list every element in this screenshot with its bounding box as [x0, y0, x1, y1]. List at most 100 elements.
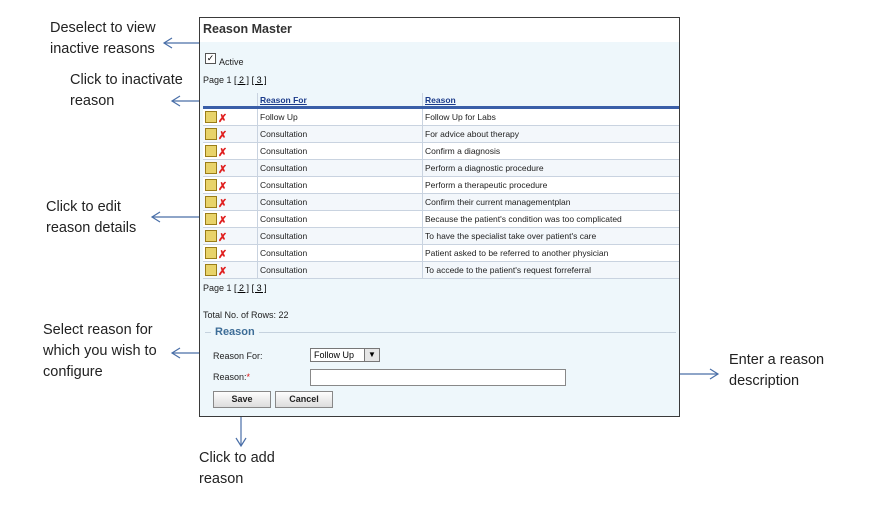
row-actions: ✗: [203, 210, 258, 228]
callout-select-reason: Select reason for which you wish to conf…: [43, 320, 157, 383]
reason-label: Reason:: [213, 372, 247, 382]
edit-icon[interactable]: [205, 195, 217, 208]
pager-link-3[interactable]: [ 3 ]: [252, 283, 267, 293]
edit-icon[interactable]: [205, 212, 217, 225]
actions-header: [203, 93, 258, 109]
callout-enter-description: Enter a reason description: [729, 350, 824, 392]
callout-line: configure: [43, 364, 103, 380]
delete-x-icon[interactable]: ✗: [218, 113, 229, 125]
delete-x-icon[interactable]: ✗: [218, 181, 229, 193]
cell-reason: To accede to the patient's request forre…: [422, 261, 679, 279]
table-row: ✗ Consultation Perform a diagnostic proced…: [203, 159, 679, 177]
edit-icon[interactable]: [205, 178, 217, 191]
cell-reason: Perform a therapeutic procedure: [422, 176, 679, 194]
table-row: ✗ Consultation Patient asked to be referre…: [203, 244, 679, 262]
reason-input[interactable]: [310, 369, 566, 386]
reason-for-label: Reason For:: [213, 351, 263, 361]
row-actions: ✗: [203, 227, 258, 245]
delete-x-icon[interactable]: ✗: [218, 249, 229, 261]
cell-reason-for: Consultation: [257, 227, 423, 245]
reason-label-wrap: Reason:*: [213, 372, 250, 382]
edit-icon[interactable]: [205, 263, 217, 276]
row-actions: ✗: [203, 193, 258, 211]
callout-line: Enter a reason: [729, 352, 825, 368]
cell-reason-for: Consultation: [257, 244, 423, 262]
cell-reason: For advice about therapy: [422, 125, 679, 143]
table-row: ✗ Consultation Perform a therapeutic proce…: [203, 176, 679, 194]
table-row: ✗ Consultation Confirm a diagnosis: [203, 142, 679, 160]
reason-master-panel: Reason Master ✓ Active Page 1 [ 2 ] [ 3 …: [199, 17, 680, 417]
row-actions: ✗: [203, 142, 258, 160]
delete-x-icon[interactable]: ✗: [218, 232, 229, 244]
cell-reason-for: Consultation: [257, 125, 423, 143]
table-row: ✗ Follow Up Follow Up for Labs: [203, 107, 679, 126]
delete-x-icon[interactable]: ✗: [218, 164, 229, 176]
pager-label: Page 1: [203, 283, 232, 293]
edit-icon[interactable]: [205, 246, 217, 259]
edit-icon[interactable]: [205, 110, 217, 123]
cell-reason: Confirm their current managementplan: [422, 193, 679, 211]
callout-line: which you wish to: [43, 343, 157, 359]
cell-reason: Confirm a diagnosis: [422, 142, 679, 160]
callout-edit: Click to edit reason details: [46, 197, 136, 239]
edit-icon[interactable]: [205, 127, 217, 140]
cell-reason-for: Follow Up: [257, 107, 423, 126]
cell-reason: Because the patient's condition was too …: [422, 210, 679, 228]
pager-link-2[interactable]: [ 2 ]: [234, 75, 249, 85]
delete-x-icon[interactable]: ✗: [218, 266, 229, 278]
table-header-row: Reason For Reason: [203, 93, 679, 109]
reason-for-select[interactable]: Follow Up ▼: [310, 348, 380, 362]
callout-line: Click to inactivate: [70, 72, 183, 88]
row-actions: ✗: [203, 176, 258, 194]
callout-line: Click to edit: [46, 199, 121, 215]
active-label: Active: [219, 56, 244, 67]
callout-add: Click to add reason: [199, 448, 275, 490]
row-actions: ✗: [203, 261, 258, 279]
row-actions: ✗: [203, 107, 258, 126]
row-actions: ✗: [203, 159, 258, 177]
table-row: ✗ Consultation Because the patient's condi…: [203, 210, 679, 228]
callout-line: inactive reasons: [50, 41, 155, 57]
header-reason[interactable]: Reason: [422, 93, 679, 109]
table-row: ✗ Consultation To accede to the patient's …: [203, 261, 679, 279]
pager-link-3[interactable]: [ 3 ]: [252, 75, 267, 85]
edit-icon[interactable]: [205, 161, 217, 174]
cell-reason-for: Consultation: [257, 176, 423, 194]
cell-reason: Follow Up for Labs: [422, 107, 679, 126]
row-actions: ✗: [203, 125, 258, 143]
cancel-button[interactable]: Cancel: [275, 391, 333, 408]
callout-deselect: Deselect to view inactive reasons: [50, 18, 156, 60]
total-rows: Total No. of Rows: 22: [203, 310, 289, 320]
table-row: ✗ Consultation For advice about therapy: [203, 125, 679, 143]
reason-for-value: Follow Up: [314, 350, 355, 360]
callout-line: Click to add: [199, 450, 275, 466]
delete-x-icon[interactable]: ✗: [218, 130, 229, 142]
header-reason-for[interactable]: Reason For: [257, 93, 423, 109]
pager-link-2[interactable]: [ 2 ]: [234, 283, 249, 293]
callout-line: Select reason for: [43, 322, 153, 338]
page-title: Reason Master: [203, 22, 292, 36]
cell-reason-for: Consultation: [257, 193, 423, 211]
pager-label: Page 1: [203, 75, 232, 85]
callout-inactivate: Click to inactivate reason: [70, 70, 183, 112]
active-filter: ✓ Active: [205, 53, 244, 67]
save-button[interactable]: Save: [213, 391, 271, 408]
delete-x-icon[interactable]: ✗: [218, 147, 229, 159]
row-actions: ✗: [203, 244, 258, 262]
cell-reason: To have the specialist take over patient…: [422, 227, 679, 245]
delete-x-icon[interactable]: ✗: [218, 215, 229, 227]
chevron-down-icon[interactable]: ▼: [364, 349, 379, 361]
cell-reason-for: Consultation: [257, 159, 423, 177]
form-legend: Reason: [211, 326, 259, 338]
cell-reason-for: Consultation: [257, 142, 423, 160]
delete-x-icon[interactable]: ✗: [218, 198, 229, 210]
pager-bottom: Page 1 [ 2 ] [ 3 ]: [203, 283, 267, 293]
edit-icon[interactable]: [205, 229, 217, 242]
cell-reason: Perform a diagnostic procedure: [422, 159, 679, 177]
active-checkbox[interactable]: ✓: [205, 53, 216, 64]
edit-icon[interactable]: [205, 144, 217, 157]
pager-top: Page 1 [ 2 ] [ 3 ]: [203, 75, 267, 85]
callout-line: description: [729, 373, 800, 389]
callout-line: reason details: [46, 220, 137, 236]
cell-reason-for: Consultation: [257, 210, 423, 228]
